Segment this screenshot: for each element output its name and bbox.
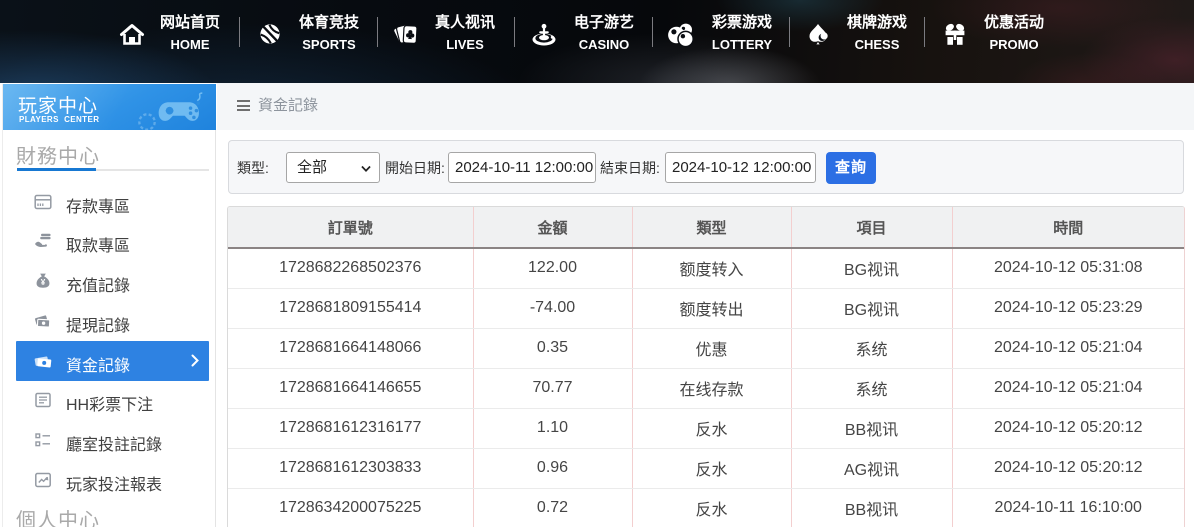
svg-text:¥: ¥	[41, 278, 46, 287]
